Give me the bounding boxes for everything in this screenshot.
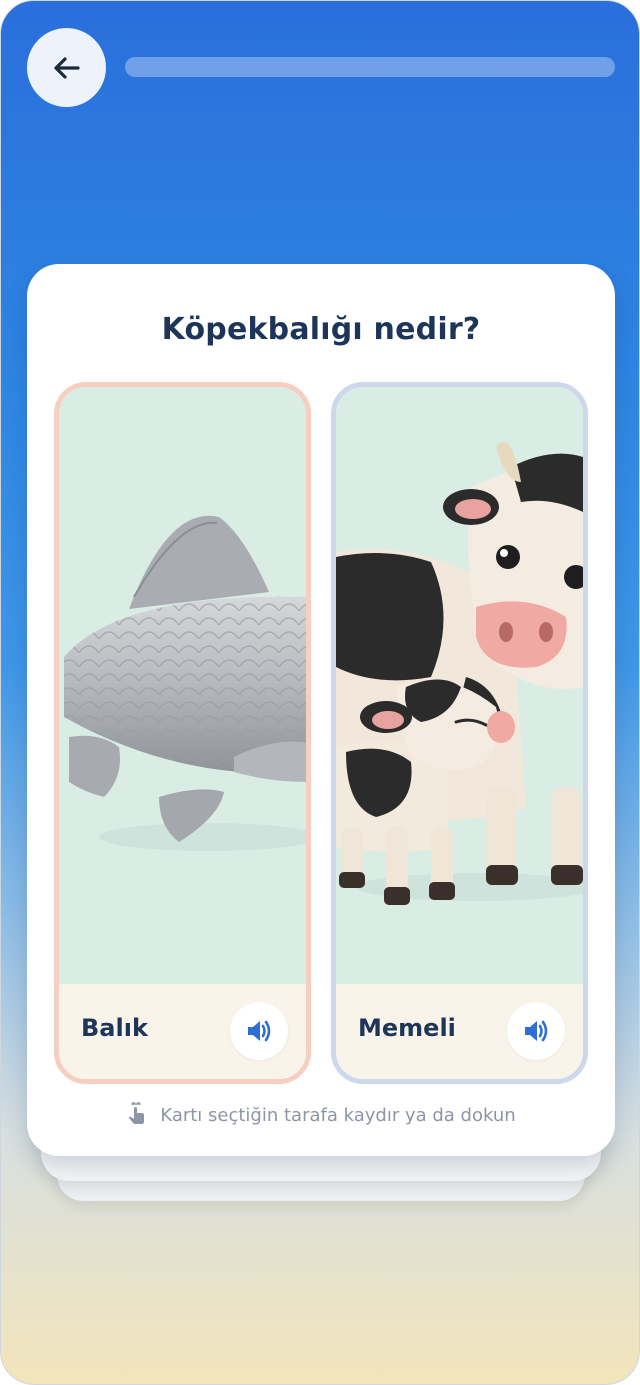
- app-screen: Köpekbalığı nedir? Balık Memeli Kartı se…: [0, 0, 640, 1385]
- option-label: Balık: [81, 1014, 148, 1042]
- cow-and-calf-illustration: [336, 387, 583, 984]
- hint-text: Kartı seçtiğin tarafa kaydır ya da dokun: [160, 1104, 516, 1126]
- option-card-mammal[interactable]: Memeli: [331, 382, 588, 1084]
- option-footer: Memeli: [336, 984, 583, 1079]
- swipe-hint: Kartı seçtiğin tarafa kaydır ya da dokun: [27, 1102, 615, 1128]
- audio-button[interactable]: [507, 1002, 565, 1060]
- option-label: Memeli: [358, 1014, 456, 1042]
- arrow-left-icon: [53, 56, 80, 79]
- progress-bar: [125, 57, 615, 77]
- option-card-fish[interactable]: Balık: [54, 382, 311, 1084]
- question-card[interactable]: Köpekbalığı nedir? Balık Memeli Kartı se…: [27, 264, 615, 1156]
- option-footer: Balık: [59, 984, 306, 1079]
- swipe-hand-icon: [129, 1102, 145, 1124]
- speaker-icon: [525, 1020, 548, 1042]
- back-button[interactable]: [27, 28, 106, 107]
- question-title: Köpekbalığı nedir?: [161, 312, 481, 347]
- fish-illustration: [59, 387, 306, 984]
- speaker-icon: [248, 1020, 271, 1042]
- audio-button[interactable]: [230, 1002, 288, 1060]
